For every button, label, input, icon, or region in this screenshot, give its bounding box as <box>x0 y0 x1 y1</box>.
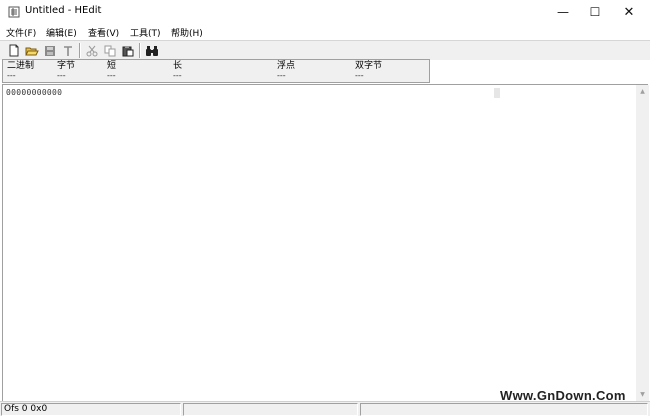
text-icon[interactable] <box>60 43 76 58</box>
inspector-short: 短 --- <box>107 61 116 80</box>
toolbar-separator <box>79 43 81 58</box>
inspector-float: 浮点 --- <box>277 61 295 80</box>
window-title: Untitled - HEdit <box>25 5 102 16</box>
menu-file[interactable]: 文件(F) <box>6 26 36 39</box>
inspector-long: 长 --- <box>173 61 182 80</box>
copy-icon[interactable] <box>102 43 118 58</box>
inspector-value: --- <box>355 71 364 80</box>
inspector-value: --- <box>277 71 286 80</box>
inspector-value: --- <box>107 71 116 80</box>
menu-help[interactable]: 帮助(H) <box>171 26 203 39</box>
maximize-button[interactable]: ☐ <box>578 0 612 24</box>
toolbar <box>0 40 650 60</box>
menu-bar: 文件(F) 编辑(E) 查看(V) 工具(T) 帮助(H) <box>0 24 650 41</box>
hex-offset-line: 00000000000 <box>6 88 63 97</box>
paste-icon[interactable] <box>120 43 136 58</box>
vertical-scrollbar[interactable]: ▲ ▼ <box>636 85 649 401</box>
open-folder-icon[interactable] <box>24 43 40 58</box>
menu-view[interactable]: 查看(V) <box>88 26 119 39</box>
new-file-icon[interactable] <box>6 43 22 58</box>
status-bar: Ofs 0 0x0 <box>0 401 650 416</box>
menu-edit[interactable]: 编辑(E) <box>46 26 77 39</box>
inspector-double: 双字节 --- <box>355 61 382 80</box>
cut-icon[interactable] <box>84 43 100 58</box>
scroll-down-icon[interactable]: ▼ <box>638 390 647 399</box>
find-binoculars-icon[interactable] <box>144 43 160 58</box>
inspector-byte: 字节 --- <box>57 61 75 80</box>
status-pane-2 <box>183 403 358 416</box>
inspector-value: --- <box>173 71 182 80</box>
data-inspector-panel: 二进制 --- 字节 --- 短 --- 长 --- 浮点 --- 双字节 --… <box>2 59 430 83</box>
inspector-value: --- <box>7 71 16 80</box>
save-icon[interactable] <box>42 43 58 58</box>
text-caret <box>494 88 500 98</box>
menu-tools[interactable]: 工具(T) <box>130 26 161 39</box>
close-button[interactable]: ✕ <box>612 0 646 24</box>
title-bar: Untitled - HEdit — ☐ ✕ <box>0 0 650 24</box>
toolbar-separator <box>139 43 141 58</box>
hedit-app-icon <box>8 6 20 18</box>
inspector-value: --- <box>57 71 66 80</box>
inspector-binary: 二进制 --- <box>7 61 34 80</box>
status-offset: Ofs 0 0x0 <box>1 403 181 416</box>
scroll-up-icon[interactable]: ▲ <box>638 87 647 96</box>
status-pane-3 <box>360 403 648 416</box>
hex-editor-area[interactable]: 00000000000 ▲ ▼ <box>2 84 649 401</box>
minimize-button[interactable]: — <box>546 0 580 24</box>
